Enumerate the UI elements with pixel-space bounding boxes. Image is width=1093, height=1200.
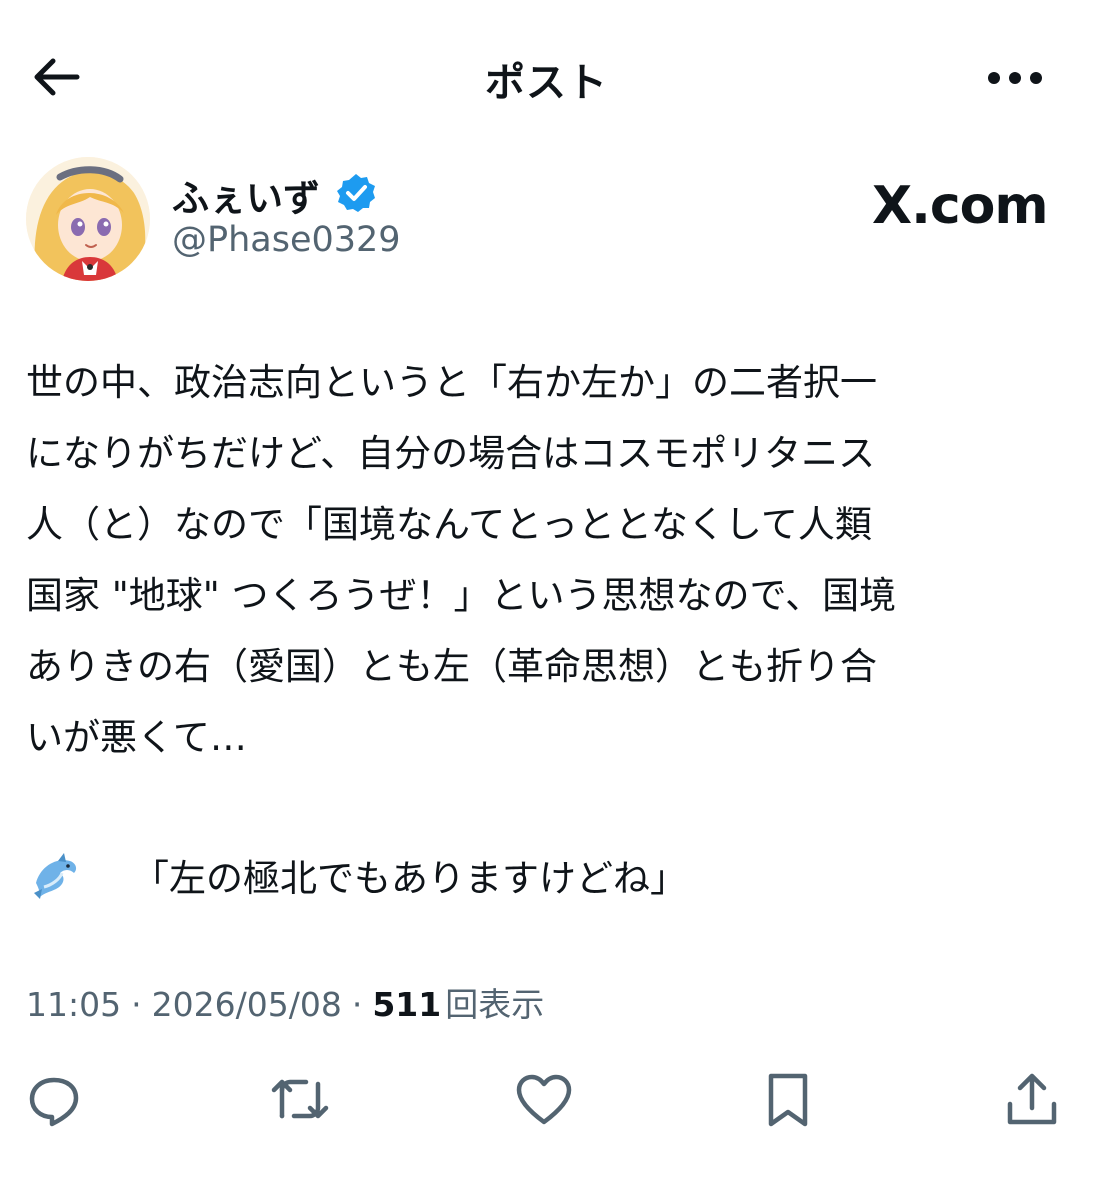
bookmark-button[interactable] xyxy=(758,1070,818,1130)
bookmark-icon xyxy=(768,1073,808,1127)
share-button[interactable] xyxy=(1002,1070,1062,1130)
action-bar xyxy=(0,1060,1093,1140)
verified-badge-icon xyxy=(337,174,375,212)
reply-icon xyxy=(29,1077,79,1127)
share-icon xyxy=(1007,1073,1057,1125)
dolphin-icon xyxy=(34,853,77,899)
views-label[interactable]: 回表示 xyxy=(445,978,544,1026)
more-options-button[interactable] xyxy=(984,60,1046,96)
quote-text: 「左の極北でもありますけどね」 xyxy=(132,857,687,900)
quote-line: 「左の極北でもありますけどね」 xyxy=(30,845,687,905)
like-button[interactable] xyxy=(514,1070,574,1130)
repost-icon xyxy=(271,1079,329,1119)
x-watermark: X.com xyxy=(872,176,1049,236)
views-count[interactable]: 511 xyxy=(372,985,441,1024)
avatar[interactable] xyxy=(26,157,150,281)
post-meta: 11:05 · 2026/05/08 · 511 回表示 xyxy=(26,978,544,1026)
avatar-image xyxy=(26,157,150,281)
page-title: ポスト xyxy=(485,60,608,106)
post-time[interactable]: 11:05 xyxy=(26,985,121,1024)
post-date[interactable]: 2026/05/08 xyxy=(152,985,342,1024)
author-display-name[interactable]: ふぇいず xyxy=(172,168,320,222)
heart-icon xyxy=(516,1074,572,1125)
more-horizontal-icon xyxy=(988,72,1042,84)
repost-button[interactable] xyxy=(270,1070,330,1130)
top-bar: ポスト xyxy=(0,0,1093,150)
post-text: 世の中、政治志向というと「右か左か」の二者択一 になりがちだけど、自分の場合はコ… xyxy=(26,361,897,759)
author-handle[interactable]: @Phase0329 xyxy=(172,220,401,260)
reply-button[interactable] xyxy=(24,1070,84,1130)
meta-separator: · xyxy=(351,985,363,1024)
meta-separator: · xyxy=(131,985,142,1024)
